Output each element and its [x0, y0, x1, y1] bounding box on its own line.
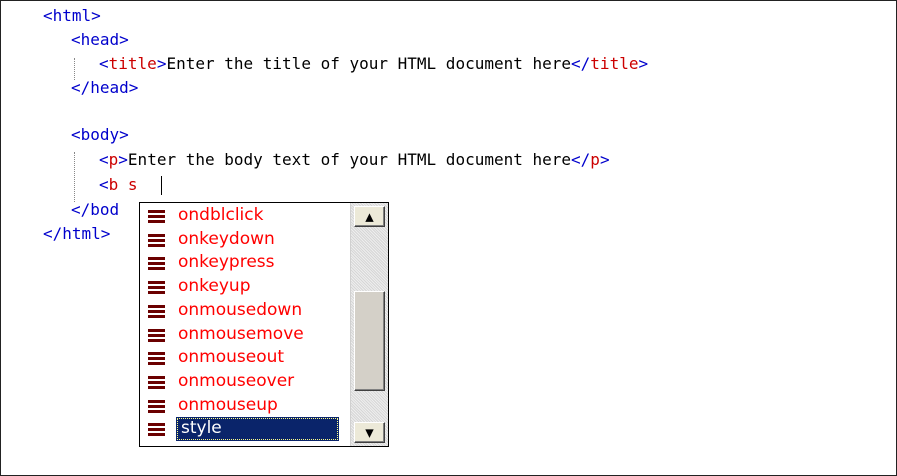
attribute-icon [148, 423, 165, 437]
text-caret [161, 176, 162, 195]
autocomplete-item[interactable]: onmouseout [140, 346, 348, 370]
code-line[interactable]: </head> [71, 76, 138, 100]
autocomplete-item-label: onmouseout [178, 347, 285, 368]
autocomplete-item-label: onmousemove [178, 323, 304, 344]
autocomplete-item[interactable]: onkeyup [140, 275, 348, 299]
indent-guide [74, 152, 75, 202]
typed-text: s [127, 175, 138, 194]
code-line[interactable]: <p>Enter the body text of your HTML docu… [99, 148, 610, 172]
code-line[interactable]: <html> [43, 4, 101, 28]
autocomplete-item[interactable]: onmouseup [140, 394, 348, 418]
attribute-icon [148, 281, 165, 295]
code-editor[interactable]: <html> <head> <title>Enter the title of … [0, 0, 897, 476]
code-line[interactable]: </bod [71, 198, 119, 222]
attribute-icon [148, 233, 165, 247]
autocomplete-item-label: style [176, 417, 339, 441]
arrow-down-icon: ▼ [365, 426, 374, 439]
autocomplete-item[interactable]: onmouseover [140, 370, 348, 394]
autocomplete-item-label: ondblclick [178, 205, 264, 225]
autocomplete-item[interactable]: style [140, 417, 348, 441]
autocomplete-item[interactable]: onkeydown [140, 228, 348, 252]
attribute-icon [148, 352, 165, 366]
autocomplete-list[interactable]: ondblclick onkeydown onkeypress onkeyup onmo… [139, 202, 389, 447]
attribute-icon [148, 328, 165, 342]
autocomplete-item[interactable]: onmousedown [140, 299, 348, 323]
autocomplete-item-label: onkeyup [178, 276, 251, 297]
attribute-icon [148, 375, 165, 389]
code-line[interactable]: <head> [71, 28, 129, 52]
autocomplete-item[interactable]: onmousemove [140, 323, 348, 347]
autocomplete-item-label: onkeydown [178, 228, 275, 249]
code-line[interactable]: </html> [43, 222, 110, 246]
code-line[interactable]: <title>Enter the title of your HTML docu… [99, 52, 648, 76]
arrow-up-icon: ▲ [365, 210, 374, 223]
scrollbar[interactable]: ▲ ▼ [350, 203, 388, 446]
scroll-down-button[interactable]: ▼ [354, 422, 385, 443]
attribute-icon [148, 399, 165, 413]
autocomplete-item-label: onmouseover [178, 370, 295, 391]
autocomplete-item-label: onkeypress [178, 252, 275, 273]
autocomplete-item[interactable]: onkeypress [140, 251, 348, 275]
scroll-thumb[interactable] [354, 291, 385, 391]
scroll-up-button[interactable]: ▲ [354, 206, 385, 227]
autocomplete-item-label: onmouseup [178, 394, 278, 415]
code-line[interactable]: <b s [99, 173, 138, 197]
autocomplete-item[interactable]: ondblclick [140, 204, 348, 228]
attribute-icon [148, 257, 165, 271]
autocomplete-item-label: onmousedown [178, 299, 303, 320]
code-line[interactable]: <body> [71, 123, 129, 147]
attribute-icon [148, 304, 165, 318]
attribute-icon [148, 210, 165, 223]
